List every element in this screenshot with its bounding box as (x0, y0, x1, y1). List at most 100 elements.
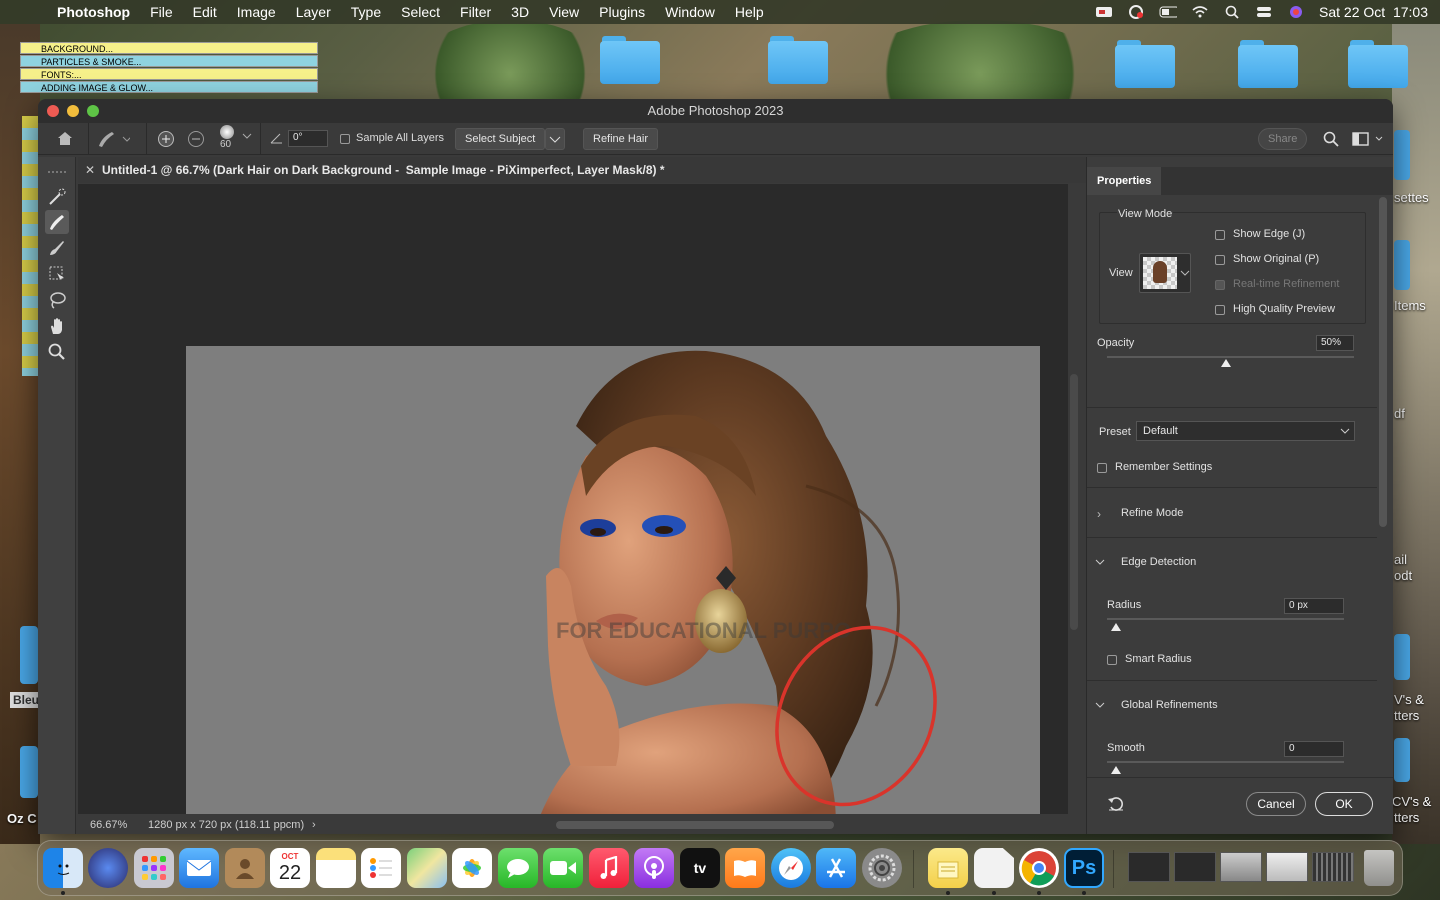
notes-icon[interactable] (316, 848, 356, 888)
menu-plugins[interactable]: Plugins (589, 0, 655, 24)
document-file-icon[interactable] (974, 848, 1014, 888)
chevron-down-icon[interactable] (1095, 700, 1105, 713)
messages-icon[interactable] (498, 848, 538, 888)
sticky-note[interactable]: ADDING IMAGE & GLOW... (20, 81, 318, 93)
siri-icon[interactable] (1287, 5, 1305, 19)
radius-slider-thumb[interactable] (1111, 623, 1121, 631)
quick-selection-tool-icon[interactable] (45, 185, 69, 209)
desktop-file-icon[interactable] (20, 746, 38, 798)
zoom-level[interactable]: 66.67% (90, 814, 127, 834)
minimized-window-thumbnail[interactable] (1174, 852, 1216, 882)
brush-tool-icon[interactable] (45, 236, 69, 260)
refine-hair-button[interactable]: Refine Hair (583, 128, 659, 150)
minimized-window-thumbnail[interactable] (1312, 852, 1354, 882)
minimized-window-thumbnail[interactable] (1128, 852, 1170, 882)
menu-edit[interactable]: Edit (183, 0, 227, 24)
desktop-item-label[interactable]: CV's & (1392, 794, 1431, 809)
edge-detection-section[interactable]: Edge Detection (1121, 556, 1196, 568)
photoshop-icon[interactable]: Ps (1064, 848, 1104, 888)
desktop-file-icon[interactable] (1394, 240, 1410, 290)
horizontal-scrollbar[interactable] (556, 821, 834, 829)
stickies-icon[interactable] (928, 848, 968, 888)
close-window-icon[interactable] (47, 105, 59, 117)
wifi-icon[interactable] (1191, 5, 1209, 19)
remember-settings-checkbox[interactable] (1097, 463, 1107, 473)
workspace-icon[interactable] (1352, 131, 1384, 150)
opacity-slider[interactable] (1107, 356, 1354, 358)
canvas-area[interactable]: FOR EDUCATIONAL PURPO (78, 184, 1078, 826)
maps-icon[interactable] (407, 848, 447, 888)
desktop-item-label[interactable]: Bleu (10, 692, 39, 708)
document-tab[interactable]: ✕ Untitled-1 @ 66.7% (Dark Hair on Dark B… (78, 157, 1086, 183)
chevron-down-icon[interactable] (242, 131, 252, 144)
select-subject-button[interactable]: Select Subject (455, 128, 546, 150)
desktop-item-label[interactable]: tters (1394, 810, 1419, 825)
brush-size-icon[interactable] (220, 125, 234, 139)
launchpad-icon[interactable] (134, 848, 174, 888)
document-info[interactable]: 1280 px x 720 px (118.11 ppcm) (148, 814, 304, 834)
menu-3d[interactable]: 3D (501, 0, 539, 24)
ok-button[interactable]: OK (1315, 792, 1373, 816)
menu-view[interactable]: View (539, 0, 589, 24)
brush-angle-field[interactable]: 0° (288, 130, 328, 147)
apple-tv-icon[interactable]: tv (680, 848, 720, 888)
safari-icon[interactable] (771, 848, 811, 888)
smooth-field[interactable]: 0 (1284, 741, 1344, 757)
desktop-file-icon[interactable] (1394, 738, 1410, 782)
global-refinements-section[interactable]: Global Refinements (1121, 699, 1218, 711)
creative-cloud-icon[interactable] (1127, 5, 1145, 19)
share-button[interactable]: Share (1258, 128, 1308, 150)
cancel-button[interactable]: Cancel (1246, 792, 1306, 816)
finder-icon[interactable] (43, 848, 83, 888)
spotlight-search-icon[interactable] (1223, 5, 1241, 19)
desktop-folder[interactable] (1348, 40, 1408, 88)
radius-slider[interactable] (1107, 618, 1344, 620)
reset-icon[interactable] (1107, 795, 1125, 814)
search-icon[interactable] (1323, 131, 1339, 150)
facetime-icon[interactable] (543, 848, 583, 888)
sticky-note[interactable]: FONTS:... (20, 68, 318, 80)
minimized-window-thumbnail[interactable] (1266, 852, 1308, 882)
desktop-item-label[interactable]: Items (1394, 298, 1426, 313)
desktop-file-icon[interactable] (20, 626, 38, 684)
desktop-folder[interactable] (1115, 40, 1175, 88)
zoom-tool-icon[interactable] (45, 340, 69, 364)
brush-size-value[interactable]: 60 (220, 139, 231, 150)
panel-scrollbar[interactable] (1379, 197, 1387, 527)
minimize-window-icon[interactable] (67, 105, 79, 117)
tool-preset-picker-icon[interactable] (96, 129, 132, 152)
desktop-item-label[interactable]: tters (1394, 708, 1419, 723)
chevron-right-icon[interactable]: › (1097, 507, 1101, 521)
hand-tool-icon[interactable] (45, 314, 69, 338)
menu-layer[interactable]: Layer (286, 0, 341, 24)
desktop-folder[interactable] (1238, 40, 1298, 88)
desktop-file-icon[interactable] (1394, 130, 1410, 180)
desktop-item-label[interactable]: settes (1394, 190, 1429, 205)
mail-icon[interactable] (179, 848, 219, 888)
tab-properties[interactable]: Properties (1087, 167, 1161, 195)
window-titlebar[interactable]: Adobe Photoshop 2023 (38, 99, 1393, 123)
chrome-icon[interactable] (1019, 848, 1059, 888)
system-preferences-icon[interactable] (862, 848, 902, 888)
menu-type[interactable]: Type (341, 0, 391, 24)
books-icon[interactable] (725, 848, 765, 888)
desktop-item-label[interactable]: ail (1394, 552, 1407, 567)
home-icon[interactable] (56, 130, 74, 149)
view-mode-picker[interactable] (1139, 253, 1191, 293)
desktop-item-label[interactable]: Oz C (7, 811, 37, 826)
opacity-slider-thumb[interactable] (1220, 359, 1231, 367)
desktop-folder[interactable] (768, 36, 828, 84)
sticky-note[interactable]: PARTICLES & SMOKE... (20, 55, 318, 67)
desktop-file-icon[interactable] (1394, 634, 1410, 680)
chevron-down-icon[interactable] (1095, 557, 1105, 570)
refine-mode-section[interactable]: Refine Mode (1121, 507, 1183, 519)
menu-app-name[interactable]: Photoshop (46, 0, 140, 24)
preset-select[interactable]: Default (1136, 421, 1355, 441)
trash-icon[interactable] (1364, 850, 1394, 886)
siri-icon[interactable] (88, 848, 128, 888)
refine-edge-brush-tool-icon[interactable] (45, 210, 69, 234)
photos-icon[interactable] (452, 848, 492, 888)
menu-window[interactable]: Window (655, 0, 725, 24)
menu-file[interactable]: File (140, 0, 183, 24)
contacts-icon[interactable] (225, 848, 265, 888)
